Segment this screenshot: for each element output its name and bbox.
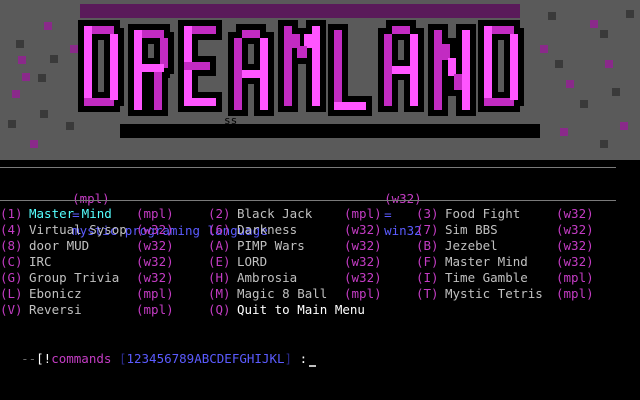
prompt-close-bracket: ]	[284, 351, 293, 366]
menu-item[interactable]: (C) IRC (w32)	[0, 254, 200, 270]
menu-item-key: (2)	[208, 206, 231, 221]
menu-item-key: (M)	[208, 286, 231, 301]
menu-item-label: PIMP Wars	[237, 238, 305, 253]
menu-item[interactable]: (6) Darkness (w32)	[208, 222, 408, 238]
prompt-open-bracket: [	[36, 351, 44, 366]
legend-line: (mpl) = mystic programing language	[57, 175, 268, 238]
menu-item-key: (I)	[416, 270, 439, 285]
menu-item[interactable]: (I) Time Gamble (mpl)	[416, 270, 616, 286]
menu-item-label: Food Fight	[445, 206, 521, 221]
menu-item[interactable]: (V) Reversi (mpl)	[0, 302, 200, 318]
menu-item[interactable]: (4) Virtual Sysop (w32)	[0, 222, 200, 238]
text-cursor[interactable]	[309, 365, 317, 367]
menu-item-key: (L)	[0, 286, 23, 301]
menu-item-label: Black Jack	[237, 206, 313, 221]
menu-item[interactable]: (F) Master Mind (w32)	[416, 254, 616, 270]
menu-item-platform: (mpl)	[136, 302, 174, 317]
menu-item-key: (H)	[208, 270, 231, 285]
prompt-keys: 123456789ABCDEFGHIJKL	[126, 351, 285, 366]
menu-item-platform: (w32)	[136, 270, 174, 285]
prompt-label: commands	[51, 351, 112, 366]
menu-item-label: Virtual Sysop	[29, 222, 127, 237]
menu-item-key: (A)	[208, 238, 231, 253]
menu-item-platform: (w32)	[344, 270, 382, 285]
menu-item-platform: (w32)	[556, 222, 594, 237]
menu-item[interactable]: (7) Sim BBS (w32)	[416, 222, 616, 238]
dreamland-banner-art: ss	[0, 0, 640, 160]
divider-middle	[0, 200, 616, 201]
menu-item-key: (F)	[416, 254, 439, 269]
menu-item-label: Reversi	[29, 302, 82, 317]
menu-item-key: (V)	[0, 302, 23, 317]
menu-item[interactable]: (M) Magic 8 Ball (mpl)	[208, 286, 408, 302]
menu-item[interactable]: (2) Black Jack (mpl)	[208, 206, 408, 222]
banner-tag: ss	[224, 114, 237, 127]
menu-item-label: IRC	[29, 254, 52, 269]
legend-w32-key: (w32)	[384, 191, 422, 206]
menu-item-platform: (w32)	[556, 238, 594, 253]
menu-item-label: Mystic Tetris	[445, 286, 543, 301]
menu-item-platform: (w32)	[344, 238, 382, 253]
menu-item-key: (T)	[416, 286, 439, 301]
menu-item-key: (4)	[0, 222, 23, 237]
menu-item-label: Darkness	[237, 222, 298, 237]
divider-top	[0, 167, 616, 168]
menu-item[interactable]: (A) PIMP Wars (w32)	[208, 238, 408, 254]
menu-item-label: Ambrosia	[237, 270, 298, 285]
menu-item[interactable]: (3) Food Fight (w32)	[416, 206, 616, 222]
menu-item[interactable]: (G) Group Trivia (w32)	[0, 270, 200, 286]
menu-item-platform: (mpl)	[344, 286, 382, 301]
menu-item[interactable]: (T) Mystic Tetris (mpl)	[416, 286, 616, 302]
menu-item-platform: (w32)	[136, 238, 174, 253]
menu-item[interactable]: (L) Ebonicz (mpl)	[0, 286, 200, 302]
menu-item-key: (7)	[416, 222, 439, 237]
menu-item-platform: (mpl)	[344, 206, 382, 221]
prompt-dashes: --	[21, 351, 37, 366]
menu-item-key: (E)	[208, 254, 231, 269]
menu-item-platform: (w32)	[556, 254, 594, 269]
menu-item-platform: (w32)	[344, 222, 382, 237]
menu-item-key: (G)	[0, 270, 23, 285]
menu-item-platform: (mpl)	[556, 270, 594, 285]
menu-item-label: Master Mind	[29, 206, 112, 221]
menu-item[interactable]: (8) door MUD (w32)	[0, 238, 200, 254]
menu-item-platform: (w32)	[136, 222, 174, 237]
menu-item-key: (1)	[0, 206, 23, 221]
menu-item-platform: (mpl)	[136, 286, 174, 301]
menu-item-platform: (mpl)	[556, 286, 594, 301]
menu-item-label: Jezebel	[445, 238, 498, 253]
menu-item-label: Magic 8 Ball	[237, 286, 328, 301]
menu-item-label: Time Gamble	[445, 270, 528, 285]
menu-item-label: Ebonicz	[29, 286, 82, 301]
menu-item-platform: (w32)	[556, 206, 594, 221]
command-prompt[interactable]: --[!commands [123456789ABCDEFGHIJKL] :	[6, 335, 317, 367]
menu-item-key: (6)	[208, 222, 231, 237]
menu-item-label: Group Trivia	[29, 270, 120, 285]
menu-item-label: Master Mind	[445, 254, 528, 269]
menu-item-label: LORD	[237, 254, 268, 269]
legend-line-w32: (w32) = win32	[369, 175, 422, 238]
menu-item[interactable]: (Q) Quit to Main Menu	[208, 302, 408, 318]
menu-item-label: Sim BBS	[445, 222, 498, 237]
menu-item[interactable]: (H) Ambrosia (w32)	[208, 270, 408, 286]
menu-item[interactable]: (1) Master Mind (mpl)	[0, 206, 200, 222]
menu-item-label: Quit to Main Menu	[237, 302, 365, 317]
legend-mpl-key: (mpl)	[72, 191, 110, 206]
prompt-colon: :	[299, 351, 308, 366]
menu-item-platform: (w32)	[344, 254, 382, 269]
menu-item-platform: (mpl)	[136, 206, 174, 221]
menu-item-key: (3)	[416, 206, 439, 221]
menu-item-platform: (w32)	[136, 254, 174, 269]
menu-item-key: (B)	[416, 238, 439, 253]
menu-item-key: (C)	[0, 254, 23, 269]
menu-item-key: (8)	[0, 238, 23, 253]
menu-item-key: (Q)	[208, 302, 231, 317]
menu-item[interactable]: (B) Jezebel (w32)	[416, 238, 616, 254]
menu-item[interactable]: (E) LORD (w32)	[208, 254, 408, 270]
menu-item-label: door MUD	[29, 238, 90, 253]
